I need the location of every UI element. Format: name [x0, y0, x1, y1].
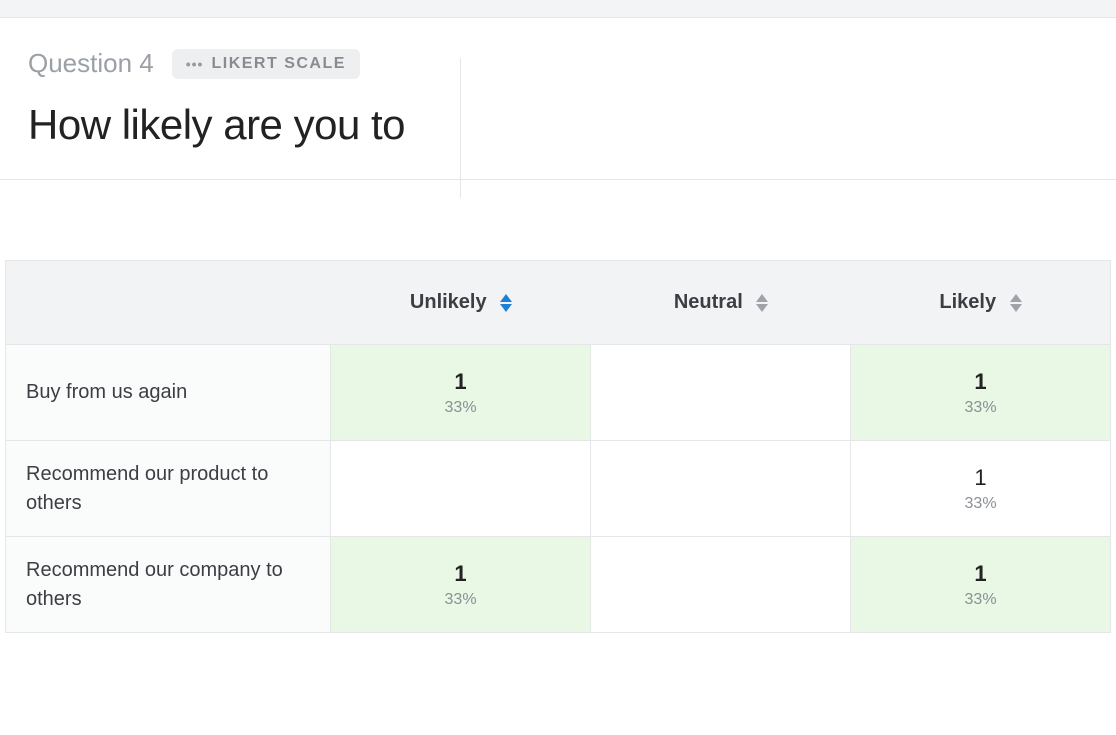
- likert-results-table: Unlikely Neutral Likely: [5, 260, 1111, 633]
- data-cell: [331, 441, 591, 537]
- data-cell: 133%: [851, 345, 1111, 441]
- sort-icon[interactable]: [500, 294, 512, 312]
- cell-percent: 33%: [331, 399, 590, 417]
- row-label: Recommend our product to others: [5, 441, 331, 537]
- column-header-unlikely[interactable]: Unlikely: [331, 260, 591, 345]
- question-type-badge: ••• LIKERT SCALE: [172, 49, 360, 79]
- column-label: Likely: [939, 291, 996, 313]
- data-cell: 133%: [851, 441, 1111, 537]
- cell-percent: 33%: [851, 399, 1110, 417]
- cell-count: 1: [851, 369, 1110, 395]
- vertical-divider: [460, 58, 461, 198]
- top-bar: [0, 0, 1116, 18]
- data-cell: [591, 537, 851, 633]
- data-cell: 133%: [331, 537, 591, 633]
- row-label: Buy from us again: [5, 345, 331, 441]
- cell-percent: 33%: [851, 495, 1110, 513]
- question-type-label: LIKERT SCALE: [211, 55, 345, 73]
- data-cell: [591, 345, 851, 441]
- data-cell: [591, 441, 851, 537]
- cell-count: 1: [331, 369, 590, 395]
- data-cell: 133%: [851, 537, 1111, 633]
- row-label: Recommend our company to others: [5, 537, 331, 633]
- sort-icon[interactable]: [756, 294, 768, 312]
- question-header: Question 4 ••• LIKERT SCALE How likely a…: [0, 18, 1116, 180]
- cell-count: 1: [851, 561, 1110, 587]
- data-cell: 133%: [331, 345, 591, 441]
- cell-percent: 33%: [331, 591, 590, 609]
- cell-count: 1: [331, 561, 590, 587]
- table-corner-cell: [5, 260, 331, 345]
- column-header-likely[interactable]: Likely: [851, 260, 1111, 345]
- column-header-neutral[interactable]: Neutral: [591, 260, 851, 345]
- table-row: Recommend our product to others133%: [5, 441, 1111, 537]
- column-label: Unlikely: [410, 291, 487, 313]
- table-row: Buy from us again133%133%: [5, 345, 1111, 441]
- sort-icon[interactable]: [1010, 294, 1022, 312]
- cell-percent: 33%: [851, 591, 1110, 609]
- question-number: Question 4: [28, 48, 154, 79]
- table-row: Recommend our company to others133%133%: [5, 537, 1111, 633]
- ellipsis-icon: •••: [186, 56, 204, 72]
- cell-count: 1: [851, 465, 1110, 491]
- question-text: How likely are you to: [28, 101, 1088, 149]
- column-label: Neutral: [674, 291, 743, 313]
